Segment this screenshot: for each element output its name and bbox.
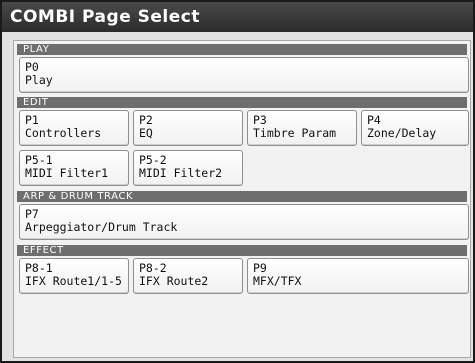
page-button-p7-arpeggiator-drum-track[interactable]: P7 Arpeggiator/Drum Track [19, 204, 469, 240]
combi-page-select-window: COMBI Page Select PLAY P0 Play EDIT P1 C… [0, 0, 475, 363]
page-select-panel: PLAY P0 Play EDIT P1 Controllers P2 EQ P… [13, 40, 471, 358]
page-name: MIDI Filter2 [139, 166, 223, 180]
page-button-p4-zone-delay[interactable]: P4 Zone/Delay [361, 110, 469, 146]
page-button-p2-eq[interactable]: P2 EQ [133, 110, 243, 146]
page-button-p5-2-midi-filter2[interactable]: P5-2 MIDI Filter2 [133, 150, 243, 186]
page-button-p8-1-ifx-route1[interactable]: P8-1 IFX Route1/1-5 [19, 258, 129, 294]
page-name: Controllers [25, 126, 102, 140]
page-button-p9-mfx-tfx[interactable]: P9 MFX/TFX [247, 258, 469, 294]
page-name: Play [25, 73, 53, 87]
page-name: MIDI Filter1 [25, 166, 109, 180]
page-name: IFX Route2 [139, 274, 209, 288]
page-name: Zone/Delay [367, 126, 437, 140]
page-button-p3-timbre-param[interactable]: P3 Timbre Param [247, 110, 357, 146]
page-name: MFX/TFX [253, 274, 302, 288]
page-id: P2 [139, 113, 153, 127]
page-button-p1-controllers[interactable]: P1 Controllers [19, 110, 129, 146]
page-name: Arpeggiator/Drum Track [25, 220, 178, 234]
section-header-play: PLAY [17, 44, 467, 55]
section-header-edit: EDIT [17, 97, 467, 108]
page-button-p8-2-ifx-route2[interactable]: P8-2 IFX Route2 [133, 258, 243, 294]
page-button-p0-play[interactable]: P0 Play [19, 57, 469, 93]
page-name: EQ [139, 126, 153, 140]
section-header-arp-drum-track: ARP & DRUM TRACK [17, 191, 467, 202]
page-id: P0 [25, 60, 39, 74]
page-button-p5-1-midi-filter1[interactable]: P5-1 MIDI Filter1 [19, 150, 129, 186]
page-name: IFX Route1/1-5 [25, 274, 122, 288]
page-name: Timbre Param [253, 126, 337, 140]
section-header-effect: EFFECT [17, 245, 467, 256]
window-title: COMBI Page Select [2, 2, 473, 32]
